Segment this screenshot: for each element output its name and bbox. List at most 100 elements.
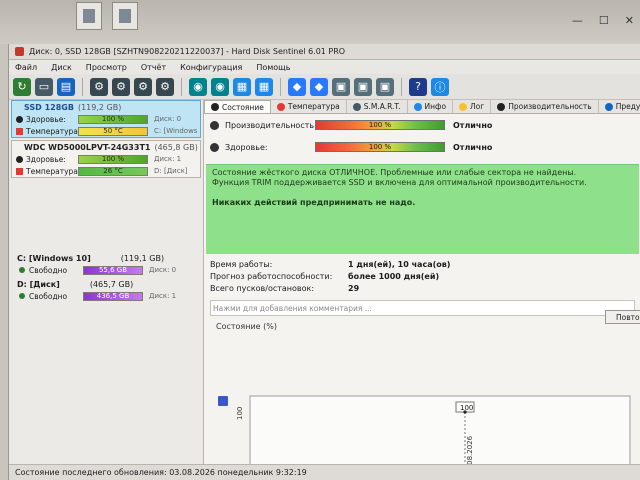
health-bar: 100 % [78, 154, 148, 164]
maximize-icon[interactable]: ☐ [599, 14, 609, 27]
usb-icon[interactable]: ⚙ [90, 77, 108, 96]
send-icon[interactable]: ▦ [255, 77, 273, 96]
log-icon [459, 102, 468, 111]
info-line: Состояние жёсткого диска ОТЛИЧНОЕ. Пробл… [212, 168, 577, 177]
uptime-label: Время работы: [210, 259, 273, 269]
chip-icon[interactable]: ▣ [354, 77, 372, 96]
disk-temp-row: Температура: 26 °C D: [Диск] [12, 165, 200, 177]
disk-ref: Диск: 0 [149, 266, 177, 274]
chart-plot-area [249, 395, 631, 467]
thermometer-icon [16, 167, 23, 175]
volume-size: (465,7 GB) [89, 279, 134, 289]
tab-label: Инфо [424, 102, 447, 111]
tab-log[interactable]: Лог [453, 100, 492, 113]
window-title: Диск: 0, SSD 128GB [SZHTN908220211220037… [29, 47, 346, 56]
tab-alerts[interactable]: Предупр [599, 100, 640, 113]
performance-bar: 100 % [315, 120, 445, 130]
desktop-area: — ☐ ✕ [0, 0, 640, 44]
close-icon[interactable]: ✕ [625, 14, 634, 27]
network-icon[interactable]: ◉ [211, 77, 229, 96]
tab-status[interactable]: Состояние [204, 100, 271, 113]
tab-label: Состояние [222, 102, 264, 112]
disk-card[interactable]: SSD 128GB (119,2 GB) Здоровье: 100 % Дис… [11, 100, 201, 138]
refresh-icon[interactable]: ↻ [13, 77, 31, 96]
minimize-icon[interactable]: — [572, 14, 583, 27]
volume-row[interactable]: Свободно 436,5 GB Диск: 1 [9, 290, 203, 302]
status-description: Состояние жёсткого диска ОТЛИЧНОЕ. Пробл… [206, 164, 639, 254]
info-line: Функция TRIM поддерживается SSD и включе… [212, 178, 587, 187]
tab-label: S.M.A.R.T. [363, 102, 401, 111]
menu-help[interactable]: Помощь [256, 63, 290, 72]
comment-input[interactable]: Нажми для добавления комментария ... [210, 300, 635, 316]
help-icon[interactable]: ? [409, 77, 427, 96]
y-tick-label: 100 [236, 407, 244, 420]
graph-icon[interactable]: ▣ [376, 77, 394, 96]
disk-list-panel: SSD 128GB (119,2 GB) Здоровье: 100 % Дис… [9, 100, 203, 480]
temp-bar: 26 °C [78, 166, 148, 176]
temp-bar: 50 °C [78, 126, 148, 136]
tab-label: Производительность [508, 102, 592, 111]
health-row: Здоровье: 100 % Отлично [204, 136, 640, 158]
performance-label: Производительность: [225, 120, 317, 130]
point-label: 100 [460, 404, 473, 412]
health-bar: 100 % [78, 114, 148, 124]
cube-icon[interactable]: ◆ [288, 77, 306, 96]
performance-value: 100 % [368, 121, 392, 129]
volume-list: C: [Windows 10] (119,1 GB) Свободно 55,6… [9, 252, 203, 302]
menu-file[interactable]: Файл [15, 63, 37, 72]
health-label: Здоровье: [26, 154, 66, 164]
tab-info[interactable]: Инфо [408, 100, 454, 113]
titlebar: Диск: 0, SSD 128GB [SZHTN908220211220037… [9, 44, 640, 60]
settings-icon[interactable]: ⚙ [156, 77, 174, 96]
report-icon[interactable]: ▦ [233, 77, 251, 96]
monitor-icon[interactable]: ▣ [332, 77, 350, 96]
toolbar-separator [181, 77, 182, 96]
window-controls: — ☐ ✕ [572, 14, 634, 27]
info-icon[interactable]: ⓘ [431, 77, 449, 96]
app-icon [15, 47, 24, 56]
tools-icon[interactable]: ⚙ [112, 77, 130, 96]
volume-name: D: [Диск] [17, 279, 60, 289]
menu-config[interactable]: Конфигурация [180, 63, 242, 72]
tab-performance[interactable]: Производительность [491, 100, 599, 113]
disk-card[interactable]: WDC WD5000LPVT-24G33T1 (465,8 GB) Здоров… [11, 140, 201, 178]
check-icon [210, 142, 219, 152]
menu-disk[interactable]: Диск [51, 63, 72, 72]
volume-row[interactable]: Свободно 55,6 GB Диск: 0 [9, 264, 203, 276]
desktop-shortcut-icon[interactable] [76, 2, 102, 30]
drive-icon[interactable]: ⚙ [134, 77, 152, 96]
tab-temperature[interactable]: Температура [271, 100, 347, 113]
globe-icon[interactable]: ◉ [189, 77, 207, 96]
volume-header: D: [Диск] (465,7 GB) [9, 278, 203, 290]
health-label: Здоровье: [26, 114, 66, 124]
desktop-shortcut-icon[interactable] [112, 2, 138, 30]
disk-ref: Диск: 1 [154, 155, 182, 163]
tab-smart[interactable]: S.M.A.R.T. [347, 100, 408, 113]
uptime-value: 1 дня(ей), 10 часа(ов) [348, 259, 451, 269]
repeat-test-button[interactable]: Повто [605, 310, 640, 324]
mail-icon[interactable]: ◆ [310, 77, 328, 96]
save-icon[interactable]: ▤ [57, 77, 75, 96]
volume-ref: C: [Windows [154, 127, 198, 135]
free-label: Свободно [29, 291, 68, 301]
disk-ref: Диск: 1 [149, 292, 177, 300]
disk-icon[interactable]: ▭ [35, 77, 53, 96]
health-icon [16, 115, 23, 123]
menu-report[interactable]: Отчёт [141, 63, 166, 72]
volume-header: C: [Windows 10] (119,1 GB) [9, 252, 203, 264]
status-bar: Состояние последнего обновления: 03.08.2… [9, 464, 640, 480]
disk-health-row: Здоровье: 100 % Диск: 1 [12, 153, 200, 165]
disk-size: (119,2 GB) [77, 102, 122, 112]
toolbar-separator [82, 77, 83, 96]
disk-health-row: Здоровье: 100 % Диск: 0 [12, 113, 200, 125]
menu-view[interactable]: Просмотр [86, 63, 127, 72]
health-bar: 100 % [315, 142, 445, 152]
gauge-icon [497, 102, 506, 111]
health-icon [16, 155, 23, 163]
free-value: 436,5 GB [96, 292, 130, 300]
disk-temp-row: Температура: 50 °C C: [Windows [12, 125, 200, 137]
check-icon [210, 120, 219, 130]
thermometer-icon [276, 102, 285, 111]
temp-value: 50 °C [103, 127, 123, 135]
save-icon[interactable] [218, 396, 228, 406]
